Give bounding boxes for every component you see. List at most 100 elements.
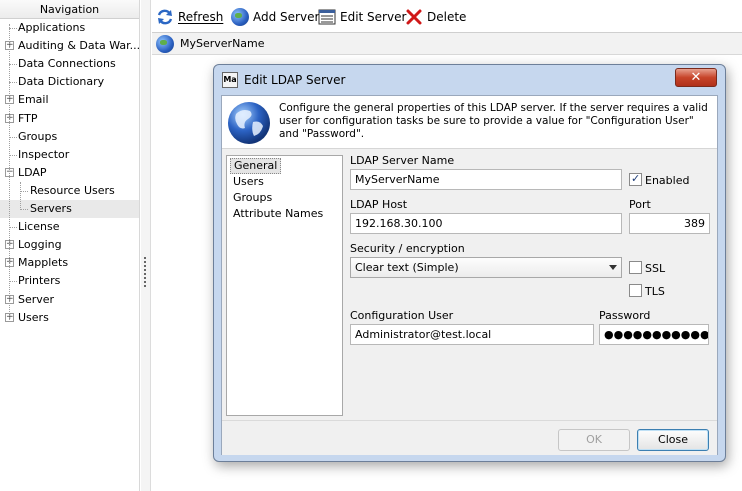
server-name-field[interactable]: MyServerName: [350, 169, 622, 190]
password-field[interactable]: ●●●●●●●●●●●●●: [599, 324, 709, 345]
config-user-label: Configuration User: [350, 309, 454, 322]
globe-icon: [231, 8, 249, 26]
server-name-label: LDAP Server Name: [350, 154, 455, 167]
refresh-icon: [157, 9, 173, 25]
edit-server-button[interactable]: Edit Server: [318, 7, 406, 27]
tree-item-label: Logging: [18, 238, 62, 252]
dialog-description: Configure the general properties of this…: [279, 102, 708, 140]
tree-connector: [9, 227, 17, 229]
dialog-title-bar[interactable]: Ma Edit LDAP Server: [214, 65, 725, 94]
enabled-label: Enabled: [645, 174, 690, 187]
settings-category-list: General Users Groups Attribute Names: [226, 155, 343, 416]
delete-x-icon: [406, 9, 422, 25]
dialog-title: Edit LDAP Server: [244, 72, 346, 87]
edit-server-label: Edit Server: [340, 10, 407, 24]
tree-connector: [20, 190, 28, 192]
tree-item-label: Groups: [18, 129, 58, 143]
tree-item-label: Data Dictionary: [18, 75, 105, 89]
app-icon: Ma: [222, 71, 238, 88]
tree-item-label: Applications: [18, 21, 86, 34]
tree-connector: [9, 64, 17, 66]
security-dropdown-value: Clear text (Simple): [355, 261, 459, 274]
globe-icon: [156, 34, 174, 53]
tree-item-label: Mapplets: [18, 256, 69, 270]
tree-item-label: License: [18, 220, 60, 234]
tree-item[interactable]: Printers: [0, 272, 139, 290]
refresh-label: Refresh: [178, 10, 224, 24]
dialog-body: Configure the general properties of this…: [221, 95, 718, 455]
tree-item[interactable]: + Mapplets: [0, 254, 139, 272]
add-server-button[interactable]: Add Server: [231, 7, 319, 27]
dialog-header: Configure the general properties of this…: [222, 96, 717, 149]
tree-connector: [20, 209, 28, 210]
tree-item-label: Inspector: [18, 147, 70, 161]
dialog-close-button[interactable]: ✕: [675, 68, 717, 87]
tls-label: TLS: [645, 285, 665, 298]
server-row[interactable]: MyServerName: [152, 33, 742, 55]
refresh-button[interactable]: Refresh: [156, 7, 223, 27]
tree-guide-line: [9, 24, 10, 320]
enabled-checkbox[interactable]: [629, 172, 642, 186]
tab-general[interactable]: General: [230, 158, 282, 174]
password-label: Password: [599, 309, 651, 322]
tree-item[interactable]: − LDAP: [0, 164, 139, 182]
ssl-label: SSL: [645, 262, 666, 275]
tree-item-label: Data Connections: [18, 57, 116, 71]
ssl-checkbox[interactable]: [629, 261, 642, 274]
tree-item[interactable]: + Auditing & Data War...: [0, 37, 141, 55]
tab-users[interactable]: Users: [230, 174, 267, 190]
tree-item-label: Printers: [18, 274, 61, 288]
tree-item[interactable]: Inspector: [0, 146, 139, 164]
tree-item-label: Resource Users: [30, 183, 115, 197]
tree-item-label: Server: [18, 292, 55, 306]
tree-item-label: FTP: [18, 111, 38, 125]
ok-button[interactable]: OK: [558, 429, 630, 451]
navigation-panel: Navigation Applications + Auditing & Data …: [0, 0, 140, 491]
tree-connector: [9, 28, 17, 29]
ldap-host-field[interactable]: 192.168.30.100: [350, 213, 622, 234]
tree-guide-line: [20, 182, 21, 210]
tree-connector: [9, 154, 17, 156]
tree-item[interactable]: + Email: [0, 91, 139, 109]
tls-checkbox[interactable]: [629, 284, 642, 297]
config-user-field[interactable]: Administrator@test.local: [350, 324, 594, 345]
port-label: Port: [629, 198, 651, 211]
tree-item-label: Email: [18, 93, 49, 107]
tree-connector: [9, 136, 17, 138]
tree-item[interactable]: + Users: [0, 309, 139, 327]
tree-item[interactable]: Applications: [0, 19, 139, 37]
add-server-label: Add Server: [253, 10, 320, 24]
tree-item[interactable]: Data Dictionary: [0, 73, 139, 91]
tree-item-label: Users: [18, 310, 49, 324]
edit-ldap-server-dialog: Ma Edit LDAP Server ✕ Configure the gene…: [213, 64, 726, 462]
tree-item[interactable]: + Logging: [0, 236, 139, 254]
tree-connector: [9, 281, 17, 283]
close-button[interactable]: Close: [637, 429, 709, 451]
port-field[interactable]: 389: [629, 213, 710, 234]
chevron-down-icon: [609, 265, 617, 270]
tree-item-label: LDAP: [18, 165, 47, 179]
tree-item[interactable]: Groups: [0, 128, 139, 146]
tree-item-label: Auditing & Data War...: [18, 39, 141, 53]
globe-icon: [228, 102, 270, 144]
delete-label: Delete: [427, 10, 467, 24]
security-label: Security / encryption: [350, 242, 465, 255]
tree-item[interactable]: + FTP: [0, 110, 139, 128]
tree-connector: [9, 82, 17, 84]
toolbar: Refresh Add Server Edit Server Delete: [152, 0, 742, 32]
splitter[interactable]: [141, 0, 151, 491]
splitter-grip[interactable]: [144, 257, 146, 287]
tab-attribute-names[interactable]: Attribute Names: [230, 206, 326, 222]
delete-button[interactable]: Delete: [405, 7, 466, 27]
navigation-header: Navigation: [0, 0, 139, 19]
tree-item[interactable]: Data Connections: [0, 55, 139, 73]
ldap-host-label: LDAP Host: [350, 198, 408, 211]
server-row-name: MyServerName: [180, 37, 265, 50]
tree-item-label: Servers: [30, 202, 72, 215]
edit-list-icon: [318, 9, 336, 25]
tab-groups[interactable]: Groups: [230, 190, 275, 206]
security-dropdown[interactable]: Clear text (Simple): [350, 257, 622, 278]
dialog-footer: OK Close: [222, 420, 717, 455]
tree-item[interactable]: + Server: [0, 291, 139, 309]
tree-item[interactable]: License: [0, 218, 139, 236]
